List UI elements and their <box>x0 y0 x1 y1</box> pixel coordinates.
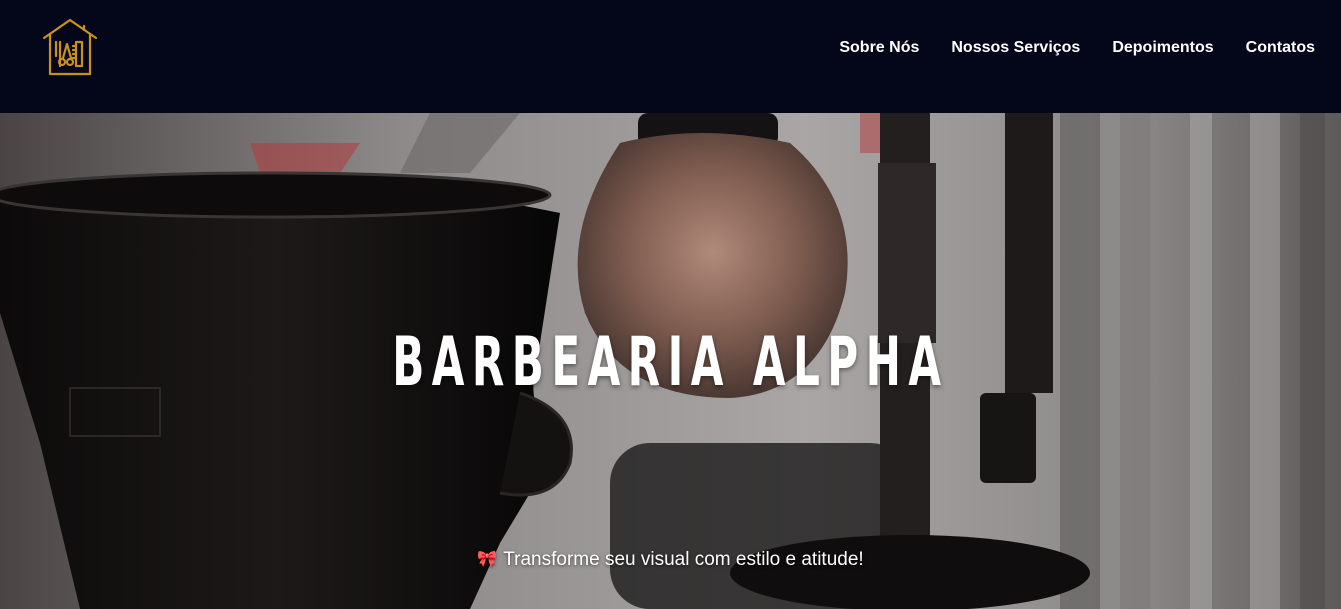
ribbon-icon: 🎀 <box>477 551 498 568</box>
barbershop-logo-icon[interactable] <box>38 16 102 78</box>
hero-tagline-row: 🎀 Transforme seu visual com estilo e atit… <box>0 548 1341 572</box>
hero-tagline: Transforme seu visual com estilo e atitu… <box>503 549 864 570</box>
site-header: Sobre Nós Nossos Serviços Depoimentos Co… <box>0 0 1341 113</box>
nav-link-depoimentos[interactable]: Depoimentos <box>1112 38 1213 58</box>
nav-link-nossos-servicos[interactable]: Nossos Serviços <box>951 38 1080 58</box>
main-nav: Sobre Nós Nossos Serviços Depoimentos Co… <box>839 38 1315 58</box>
nav-link-sobre-nos[interactable]: Sobre Nós <box>839 38 919 58</box>
hero-title: BARBEARIA ALPHA <box>392 323 949 402</box>
nav-link-contatos[interactable]: Contatos <box>1246 38 1315 58</box>
hero-banner: BARBEARIA ALPHA 🎀 Transforme seu visual c… <box>0 113 1341 609</box>
